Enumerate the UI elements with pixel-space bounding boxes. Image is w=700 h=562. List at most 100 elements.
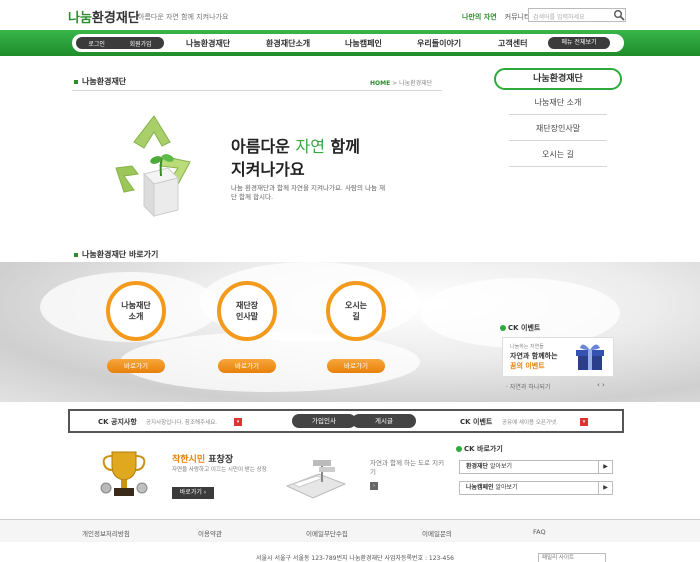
award-title-dark: 표창장 bbox=[208, 455, 234, 465]
notice-more-icon[interactable]: ▾ bbox=[234, 418, 242, 426]
nav-item-foundation[interactable]: 나눔환경재단 bbox=[186, 38, 230, 49]
divider bbox=[72, 90, 442, 91]
side-menu-title[interactable]: 나눔환경재단 bbox=[494, 68, 622, 90]
nav-item-support[interactable]: 고객센터 bbox=[498, 38, 527, 49]
event-pager: ‹ › bbox=[597, 381, 605, 389]
ck-icon bbox=[500, 325, 506, 331]
ck-go-title: CK 바로가기 bbox=[456, 444, 503, 454]
award-title: 착한시민 표창장 bbox=[172, 452, 233, 465]
prev-icon[interactable]: ‹ bbox=[597, 381, 600, 389]
top-links: 나만의 자연 커뮤니티 bbox=[462, 12, 538, 22]
award-description: 자연을 사랑하고 이끄는 시민이 받는 상장 bbox=[172, 467, 267, 473]
circle-label: 나눔재단 bbox=[121, 301, 151, 310]
notice-label: CK 공지사항 bbox=[98, 418, 137, 426]
shortcut-button-intro[interactable]: 바로가기 bbox=[107, 359, 165, 373]
join-button[interactable]: 회원가입 bbox=[130, 39, 152, 48]
go-row-foundation[interactable]: 환경재단 알아보기 ▶ bbox=[459, 460, 613, 474]
hero-heading-line1: 아름다운 자연 함께 bbox=[231, 133, 360, 157]
go-row-rest: 알아보기 bbox=[493, 484, 518, 491]
search-input[interactable]: 검색어를 입력하세요 bbox=[528, 8, 626, 22]
footer-link-privacy[interactable]: 개인정보처리방침 bbox=[82, 528, 130, 538]
ck-event-title-text: CK 이벤트 bbox=[508, 324, 541, 332]
go-row-campaign[interactable]: 나눔캠페인 알아보기 ▶ bbox=[459, 481, 613, 495]
event-small-text: 나눔하는 자연들 bbox=[510, 344, 544, 350]
event-more-icon[interactable]: ▾ bbox=[580, 418, 588, 426]
road-more-icon[interactable]: › bbox=[370, 482, 378, 490]
shortcut-circle-greeting[interactable]: 재단장인사말 bbox=[217, 281, 277, 341]
shortcut-button-greeting[interactable]: 바로가기 bbox=[218, 359, 276, 373]
shortcut-circle-intro[interactable]: 나눔재단소개 bbox=[106, 281, 166, 341]
all-menu-button[interactable]: 메뉴 전체보기 bbox=[548, 37, 610, 49]
hero-description: 나눔 환경재단과 함께 자연을 지켜나가요. 사람의 나눔 재단 함께 합시다. bbox=[231, 184, 386, 201]
event-line1: 자연과 함께하는 bbox=[510, 352, 558, 360]
notice-event-text[interactable]: 공유에 새이용 오픈가넷. bbox=[502, 418, 558, 426]
page-title-text: 나눔환경재단 bbox=[82, 77, 127, 86]
go-row-rest: 알아보기 bbox=[488, 463, 513, 470]
footer-link-faq[interactable]: FAQ bbox=[533, 528, 546, 536]
go-row-bold: 나눔캠페인 bbox=[466, 484, 494, 491]
ck-event-title: CK 이벤트 bbox=[500, 323, 540, 333]
event-caption-text: 자연과 하나되기 bbox=[509, 384, 551, 391]
footer-link-email-policy[interactable]: 이메일무단수집 bbox=[306, 528, 348, 538]
road-map-illustration bbox=[285, 460, 347, 499]
notice-text[interactable]: 공지사항입니다. 참조해주세요. bbox=[146, 418, 217, 426]
circle-label: 길 bbox=[352, 312, 360, 321]
footer-link-email-inquiry[interactable]: 이메일문의 bbox=[422, 528, 452, 538]
side-item-greeting[interactable]: 재단장인사말 bbox=[509, 117, 607, 141]
recycle-icon bbox=[115, 115, 191, 218]
page-title: 나눔환경재단 bbox=[74, 76, 126, 87]
award-button[interactable]: 바로가기 › bbox=[172, 487, 214, 499]
trophy-icon bbox=[100, 451, 148, 496]
site-logo[interactable]: 나눔환경재단 bbox=[68, 7, 140, 26]
auth-links: 로그인 회원가입 bbox=[76, 37, 164, 49]
circle-label: 소개 bbox=[128, 312, 144, 321]
nav-item-intro[interactable]: 환경재단소개 bbox=[266, 38, 310, 49]
ck-go-title-text: CK 바로가기 bbox=[464, 445, 503, 453]
nav-item-stories[interactable]: 우리들이야기 bbox=[417, 38, 461, 49]
play-icon: ▶ bbox=[598, 461, 612, 473]
greeting-button[interactable]: 가입인사 bbox=[292, 414, 356, 428]
board-button[interactable]: 게시글 bbox=[352, 414, 416, 428]
breadcrumb: HOME > 나눔환경재단 bbox=[370, 78, 432, 87]
breadcrumb-current: 나눔환경재단 bbox=[399, 80, 433, 87]
circle-label: 인사말 bbox=[235, 312, 259, 321]
search-icon[interactable] bbox=[613, 9, 625, 21]
logo-dark-text: 환경재단 bbox=[91, 11, 140, 26]
ck-icon bbox=[456, 446, 462, 452]
login-button[interactable]: 로그인 bbox=[88, 39, 105, 48]
bullet-icon bbox=[74, 252, 78, 257]
nav-item-campaign[interactable]: 나눔캠페인 bbox=[345, 38, 382, 49]
award-button-label: 바로가기 bbox=[179, 489, 202, 496]
top-link-community[interactable]: 커뮤니티 bbox=[505, 13, 531, 21]
hero-heading-post: 함께 bbox=[330, 137, 360, 156]
next-icon[interactable]: › bbox=[602, 381, 605, 389]
circle-label: 오시는 bbox=[344, 301, 368, 310]
event-caption: · 자연과 하나되기 bbox=[506, 382, 550, 391]
circle-label: 재단장 bbox=[235, 301, 259, 310]
bullet-icon bbox=[74, 79, 78, 84]
go-row-bold: 환경재단 bbox=[466, 463, 489, 470]
shortcut-title: 나눔환경재단 바로가기 bbox=[74, 249, 158, 260]
tagline: 아름다운 자연 함께 지켜나가요 bbox=[138, 13, 229, 21]
footer-address: 서울시 서울구 서울동 123-789번지 나눔환경재단 사업자등록번호 : 1… bbox=[256, 555, 454, 562]
top-link-my-nature[interactable]: 나만의 자연 bbox=[462, 13, 497, 21]
shortcut-title-text: 나눔환경재단 바로가기 bbox=[82, 250, 159, 259]
event-line2: 꿈의 이벤트 bbox=[510, 362, 545, 370]
hero-heading-line2: 지켜나가요 bbox=[231, 160, 305, 179]
family-site-select[interactable]: 패밀리 사이트 bbox=[538, 553, 606, 562]
notice-event-label: CK 이벤트 bbox=[460, 418, 493, 426]
chevron-right-icon: › bbox=[203, 489, 207, 496]
logo-green-text: 나눔 bbox=[68, 11, 92, 26]
shortcut-circle-directions[interactable]: 오시는길 bbox=[326, 281, 386, 341]
footer-link-terms[interactable]: 이용약관 bbox=[198, 528, 222, 538]
shortcut-button-directions[interactable]: 바로가기 bbox=[327, 359, 385, 373]
award-title-orange: 착한시민 bbox=[172, 455, 206, 465]
side-item-directions[interactable]: 오시는 길 bbox=[509, 143, 607, 167]
chevron-right-icon: > bbox=[392, 80, 398, 87]
breadcrumb-home[interactable]: HOME bbox=[370, 80, 390, 87]
road-text: 자연과 함께 하는 도로 지키기 bbox=[370, 459, 445, 476]
hero-heading-pre: 아름다운 bbox=[231, 137, 290, 156]
side-item-intro[interactable]: 나눔재단 소개 bbox=[509, 91, 607, 115]
hero-heading-green: 자연 bbox=[295, 137, 325, 156]
gift-box-icon bbox=[576, 344, 604, 370]
